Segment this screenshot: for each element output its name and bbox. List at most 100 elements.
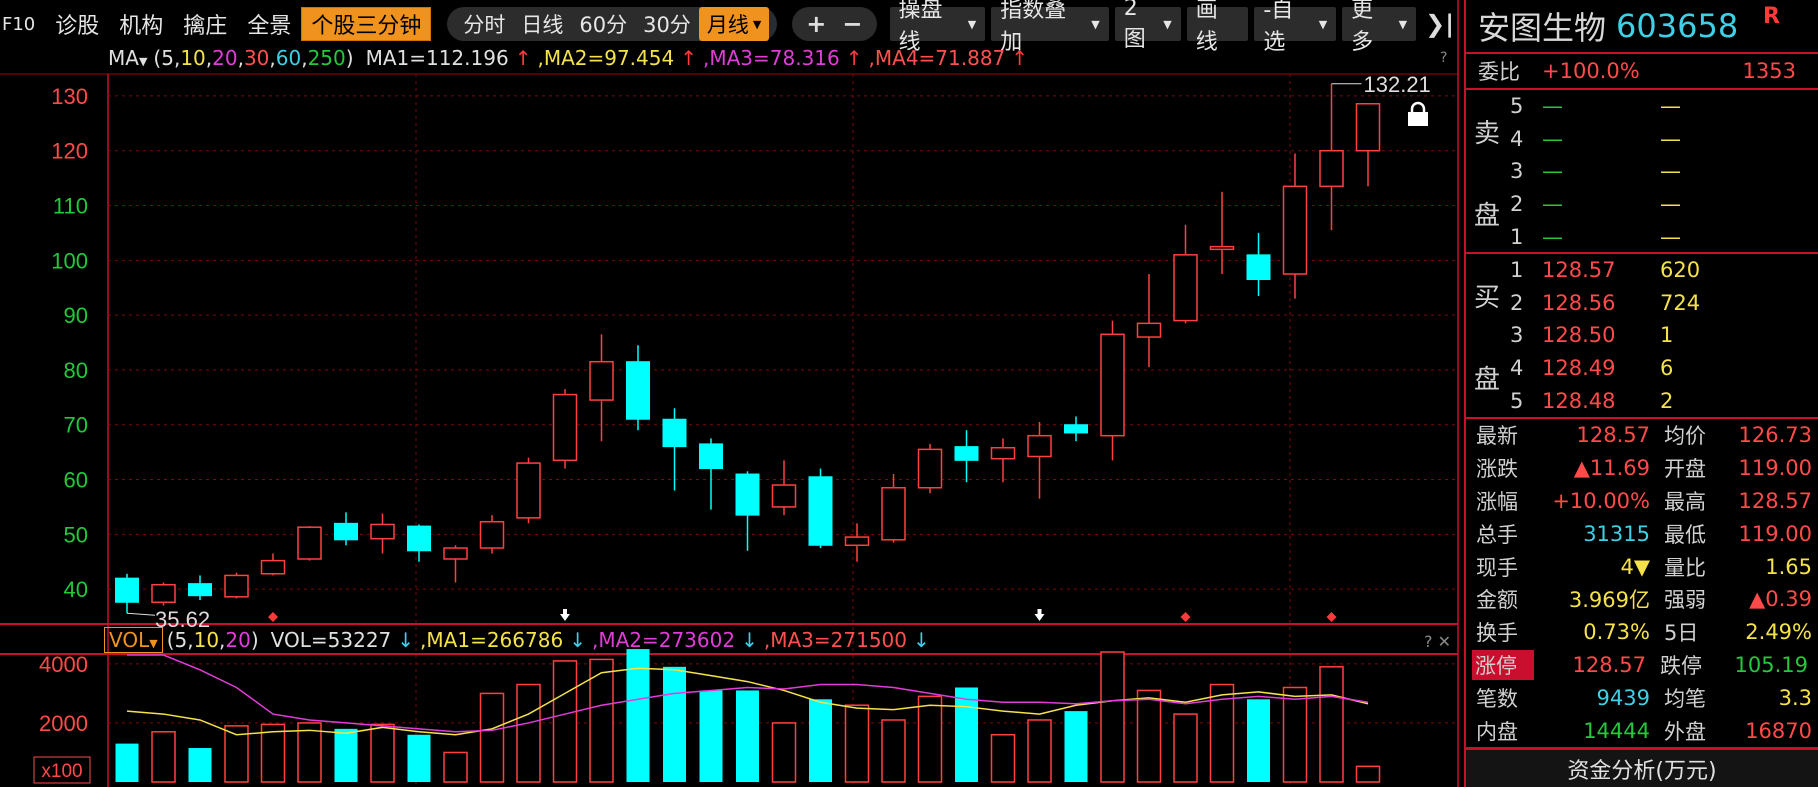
quote-panel: 安图生物 603658 R 委比 +100.0% 1353 卖 盘 5— — 4—… — [1464, 0, 1818, 787]
price-tick-label: 80 — [64, 358, 88, 383]
vol-bar-up — [552, 660, 578, 783]
vol-controls-icons[interactable]: ? ✕ — [1424, 632, 1451, 651]
vol-selector-label: VOL — [109, 628, 150, 652]
vol-bar-up — [1355, 765, 1381, 783]
price-tick-label: 70 — [64, 413, 88, 438]
stat-label: 涨幅 — [1476, 489, 1518, 514]
stock-header: 安图生物 603658 R — [1466, 0, 1818, 54]
arrow-up-icon: ↑ — [680, 46, 697, 70]
sell-char: 卖 — [1474, 118, 1501, 149]
fund-analysis-tab[interactable]: 资金分析(万元) — [1466, 748, 1818, 787]
buy-row-1: 1 128.57 620 — [1466, 254, 1818, 287]
buy-row-2: 2 128.56 724 — [1466, 287, 1818, 320]
vol-bar-up — [1282, 686, 1308, 783]
vol-bar-up — [479, 692, 505, 783]
candle-body-down — [954, 446, 979, 461]
stat-label: 跌停 — [1660, 653, 1702, 678]
stat-label: 均笔 — [1664, 686, 1706, 711]
vol-bar-up — [1100, 651, 1125, 783]
ma-param-250: 250 — [307, 46, 346, 70]
candle-body-up — [479, 520, 505, 549]
stock-name: 安图生物 — [1478, 9, 1607, 47]
candle-body-down — [188, 583, 212, 597]
candle-body-up — [443, 547, 468, 560]
level: 2 — [1510, 290, 1524, 315]
ma3-value: MA3=78.316 — [709, 46, 840, 70]
price-tick-label: 120 — [51, 139, 88, 164]
vol-bar-down — [115, 743, 139, 782]
weibi-count: 1353 — [1742, 59, 1796, 83]
vol-params-close: ) — [250, 628, 259, 652]
vol-bar-down — [407, 734, 431, 782]
level: 4 — [1510, 126, 1524, 151]
price-tick-label: 40 — [64, 577, 88, 602]
stat-label: 笔数 — [1476, 686, 1518, 711]
price-tick-label: 50 — [64, 522, 88, 547]
stat-label: 金额 — [1476, 588, 1518, 613]
ma-selector[interactable]: MA▼ — [108, 46, 147, 70]
candle-body-up — [297, 526, 322, 560]
price-tick-label: 130 — [51, 84, 88, 109]
buy-side-label: 买 盘 — [1474, 254, 1500, 419]
stat-row: 内盘 14444 外盘 16870 — [1476, 714, 1812, 747]
vol-tick-label: 2000 — [39, 711, 88, 736]
vol-bar-up — [917, 695, 943, 783]
stat-value: 128.57 — [1738, 488, 1812, 513]
vol-ma1-value: MA1=266786 — [426, 628, 564, 652]
candlestick-series — [115, 83, 1381, 614]
vol-params-open: ( — [166, 628, 175, 652]
stat-value: 105.19 — [1734, 652, 1808, 677]
vol-param-10: 10 — [193, 628, 220, 652]
ma-param-10: 10 — [180, 46, 206, 70]
arrow-up-icon: ↑ — [514, 46, 532, 70]
candle-body-down — [735, 473, 760, 516]
ma-params-close: ) — [345, 46, 354, 70]
vol-bar-down — [1064, 711, 1088, 782]
candle-body-up — [552, 393, 578, 462]
price: 128.57 — [1542, 258, 1616, 283]
candle-body-up — [370, 523, 395, 540]
stat-label: 5日 — [1664, 621, 1699, 646]
vol-bar-down — [188, 748, 212, 782]
candle-body-up — [1355, 103, 1381, 152]
candle-body-up — [990, 446, 1016, 460]
vol-bar-up — [516, 683, 541, 783]
stat-value: ▲0.39 — [1749, 587, 1812, 612]
low-leader — [126, 612, 156, 616]
candle-body-up — [1136, 322, 1162, 338]
sell-side-label: 卖 盘 — [1474, 90, 1500, 254]
vol-bar-down — [736, 690, 759, 782]
stat-label: 内盘 — [1476, 719, 1518, 744]
price-tick-label: 100 — [51, 248, 88, 273]
buy-char: 买 — [1474, 282, 1501, 313]
volume: — — [1660, 126, 1681, 151]
stat-row: 金额 3.969亿 强弱 ▲0.39 — [1476, 583, 1812, 616]
arrow-down-icon: ↓ — [741, 628, 758, 652]
candle-body-down — [407, 525, 431, 552]
price: 128.48 — [1542, 388, 1616, 413]
candle-body-up — [224, 574, 249, 598]
sell-row-5: 5 — — — [1466, 90, 1818, 123]
stat-label: 量比 — [1664, 555, 1706, 580]
vol-bar-up — [151, 731, 176, 783]
price: — — [1542, 159, 1563, 184]
stat-label: 开盘 — [1664, 457, 1706, 482]
ma-param-20: 20 — [212, 46, 238, 70]
price: 128.50 — [1542, 323, 1616, 348]
stat-value: 3.3 — [1778, 685, 1812, 710]
arrow-up-icon: ↑ — [845, 46, 863, 70]
vol-bar-up — [771, 722, 797, 783]
ma-params-open: ( — [153, 46, 162, 70]
vol-selector[interactable]: VOL▼ — [104, 627, 163, 653]
stat-label: 现手 — [1476, 555, 1518, 580]
candle-body-up — [1173, 254, 1198, 322]
vol-ma3-value: MA3=271500 — [770, 628, 907, 652]
candle-body-down — [662, 418, 687, 448]
price-tick-label: 90 — [64, 303, 88, 328]
chart-markers: 132.2135.62 — [126, 72, 1431, 632]
kline-chart[interactable]: 40 50 60 70 80 90 100 110 120 130 2000 4000 x100 132… — [0, 0, 1462, 787]
volume: 6 — [1660, 356, 1674, 381]
ma-help-icon[interactable]: ? — [1440, 50, 1447, 66]
vol-bar-up — [297, 722, 322, 783]
candle-body-up — [844, 536, 870, 547]
